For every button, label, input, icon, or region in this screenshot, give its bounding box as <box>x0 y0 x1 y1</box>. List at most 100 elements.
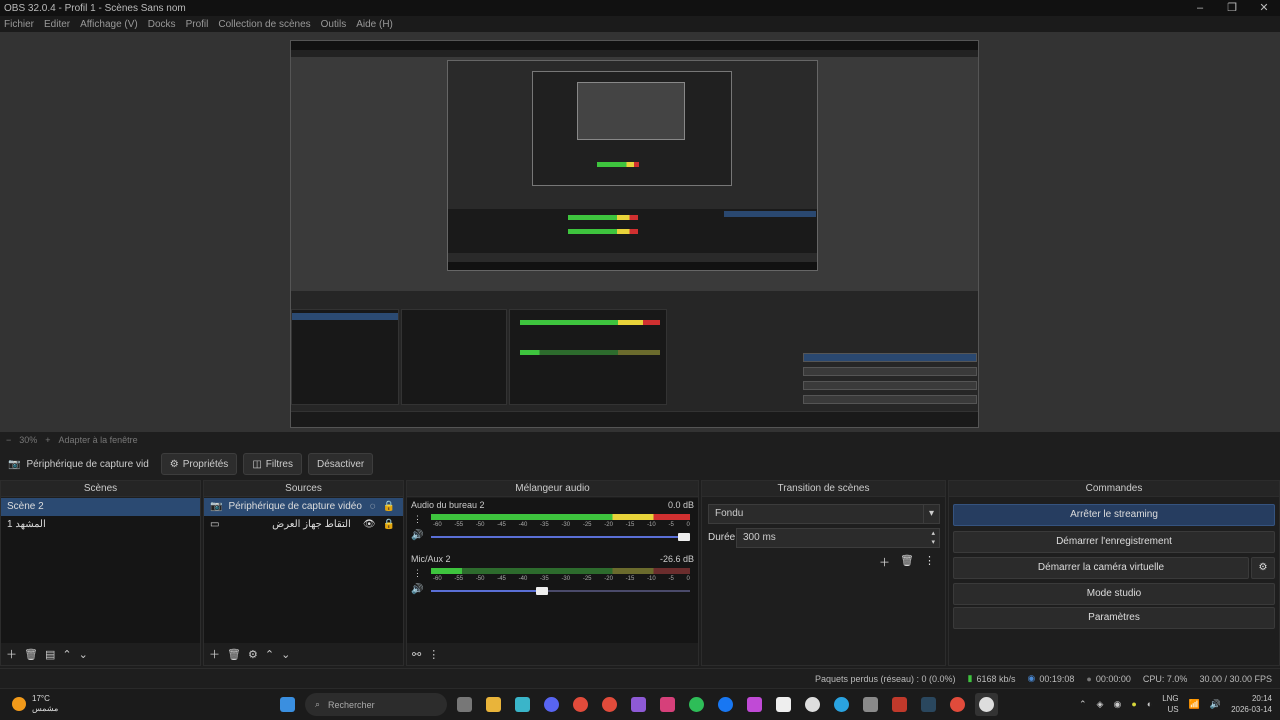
virtual-camera-gear-icon[interactable]: ⚙ <box>1251 557 1275 579</box>
preview-nested-scene-sel <box>292 313 398 320</box>
tray-app-icon[interactable]: ● <box>1131 699 1136 709</box>
fit-window-button[interactable]: Adapter à la fenêtre <box>59 435 138 445</box>
chrome-icon[interactable] <box>946 693 969 716</box>
gear-icon[interactable]: ⚙ <box>248 648 258 661</box>
filter-icon[interactable]: ▤ <box>45 648 55 661</box>
menu-scene-collection[interactable]: Collection de scènes <box>218 19 310 30</box>
add-icon[interactable]: ＋ <box>209 646 220 662</box>
minimize-icon[interactable]: – <box>1184 0 1216 16</box>
source-item[interactable]: 📷 Périphérique de capture vidéo ◌ 🔒 <box>204 498 403 516</box>
virtual-camera-button[interactable]: Démarrer la caméra virtuelle <box>953 557 1249 579</box>
close-icon[interactable]: ✕ <box>1248 0 1280 16</box>
preview-area[interactable] <box>0 32 1280 432</box>
chrome-icon[interactable] <box>569 693 592 716</box>
add-icon[interactable]: ＋ <box>879 554 890 570</box>
clock[interactable]: 20:14 2026-03-14 <box>1231 693 1272 715</box>
preview-nested-window <box>447 60 818 271</box>
speaker-icon[interactable]: 🔊 <box>411 530 423 541</box>
search-box[interactable]: ⌕ Rechercher <box>305 693 447 716</box>
volume-slider[interactable] <box>431 533 690 541</box>
app-icon[interactable] <box>888 693 911 716</box>
instagram-icon[interactable] <box>656 693 679 716</box>
whatsapp-icon[interactable] <box>685 693 708 716</box>
eye-icon[interactable]: 👁 <box>363 516 376 534</box>
duration-input[interactable]: 300 ms ▴ ▾ <box>736 528 940 548</box>
more-options-icon[interactable]: ⋮ <box>413 514 422 525</box>
settings-button[interactable]: Paramètres <box>953 607 1275 629</box>
volume-icon[interactable]: 🔊 <box>1210 699 1221 710</box>
telegram-icon[interactable] <box>830 693 853 716</box>
discord-icon[interactable] <box>540 693 563 716</box>
volume-slider-knob[interactable] <box>678 533 690 541</box>
move-up-icon[interactable]: ⌃ <box>62 648 71 661</box>
tray-app-icon[interactable]: ◉ <box>1113 699 1121 710</box>
file-explorer-icon[interactable] <box>482 693 505 716</box>
zoom-out-icon[interactable]: − <box>6 435 11 445</box>
weather-widget[interactable]: 17°C مشمس <box>12 694 58 714</box>
move-down-icon[interactable]: ⌄ <box>79 648 88 661</box>
studio-mode-button[interactable]: Mode studio <box>953 583 1275 605</box>
chevron-up-icon[interactable]: ⌃ <box>1079 699 1087 710</box>
meter-scale: -60 -55 -50 -45 -40 -35 -30 -25 -20 -15 -10 -5 0 <box>433 576 690 584</box>
scene-item[interactable]: المشهد 1 <box>1 516 200 534</box>
stop-streaming-button[interactable]: Arrêter le streaming <box>953 504 1275 526</box>
start-icon[interactable] <box>276 693 299 716</box>
maximize-icon[interactable]: ❐ <box>1216 0 1248 16</box>
obs-icon[interactable] <box>975 693 998 716</box>
properties-button[interactable]: ⚙ Propriétés <box>160 453 238 475</box>
start-recording-button[interactable]: Démarrer l'enregistrement <box>953 531 1275 553</box>
lock-icon[interactable]: 🔒 <box>383 516 395 534</box>
volume-slider[interactable] <box>431 587 690 595</box>
trash-icon[interactable]: 🗑 <box>900 554 914 570</box>
zoom-in-icon[interactable]: + <box>45 435 50 445</box>
app-icon[interactable] <box>511 693 534 716</box>
meter-tick-label: -30 <box>561 576 571 582</box>
trash-icon[interactable]: 🗑 <box>24 648 38 661</box>
volume-slider-knob[interactable] <box>535 587 548 595</box>
source-item-label: التقاط جهاز العرض <box>272 519 351 530</box>
preview-nested-meter <box>597 162 639 167</box>
task-view-icon[interactable] <box>453 693 476 716</box>
menu-view[interactable]: Affichage (V) <box>80 19 138 30</box>
volume-slider-fill <box>431 536 690 538</box>
more-options-icon[interactable]: ⋮ <box>924 554 935 570</box>
wifi-icon[interactable]: 📶 <box>1189 699 1200 710</box>
lock-icon[interactable]: 🔒 <box>383 498 395 516</box>
steam-icon[interactable] <box>917 693 940 716</box>
move-down-icon[interactable]: ⌄ <box>281 648 290 661</box>
settings-icon[interactable] <box>859 693 882 716</box>
tray-app-icon[interactable]: ◈ <box>1097 699 1104 710</box>
add-icon[interactable]: ＋ <box>6 646 17 662</box>
app-icon[interactable] <box>627 693 650 716</box>
preview-canvas[interactable] <box>290 40 979 428</box>
transition-select[interactable]: Fondu ▾ <box>708 504 940 524</box>
link-icon[interactable]: ⚯ <box>412 648 421 661</box>
facebook-icon[interactable] <box>714 693 737 716</box>
app-icon[interactable] <box>743 693 766 716</box>
trash-icon[interactable]: 🗑 <box>227 648 241 661</box>
calculator-icon[interactable] <box>772 693 795 716</box>
menu-profile[interactable]: Profil <box>186 19 209 30</box>
meter-tick-label: 0 <box>686 576 690 582</box>
speaker-icon[interactable]: 🔊 <box>411 584 423 595</box>
chrome-icon[interactable] <box>598 693 621 716</box>
eye-off-icon[interactable]: ◌ <box>370 498 376 516</box>
move-up-icon[interactable]: ⌃ <box>265 648 274 661</box>
scene-item[interactable]: Scène 2 <box>1 498 200 516</box>
more-options-icon[interactable]: ⋮ <box>413 568 422 579</box>
spinner-icon[interactable]: ▴ ▾ <box>931 529 935 547</box>
menu-edit[interactable]: Editer <box>44 19 70 30</box>
tray-app-icon[interactable]: ◐ <box>1147 699 1152 709</box>
status-bar: Paquets perdus (réseau) : 0 (0.0%) ▮ 6168… <box>0 668 1280 688</box>
filters-button[interactable]: ◫ Filtres <box>243 453 302 475</box>
menu-help[interactable]: Aide (H) <box>356 19 393 30</box>
obs-icon[interactable] <box>801 693 824 716</box>
menu-docks[interactable]: Docks <box>148 19 176 30</box>
source-item[interactable]: ▭ التقاط جهاز العرض 👁 🔒 <box>204 516 403 534</box>
more-options-icon[interactable]: ⋮ <box>428 648 439 661</box>
menu-tools[interactable]: Outils <box>321 19 347 30</box>
keyboard-layout[interactable]: LNG US <box>1162 693 1178 715</box>
preview-nested-meter-3 <box>568 229 638 234</box>
deactivate-button[interactable]: Désactiver <box>308 453 374 475</box>
menu-file[interactable]: Fichier <box>4 19 34 30</box>
